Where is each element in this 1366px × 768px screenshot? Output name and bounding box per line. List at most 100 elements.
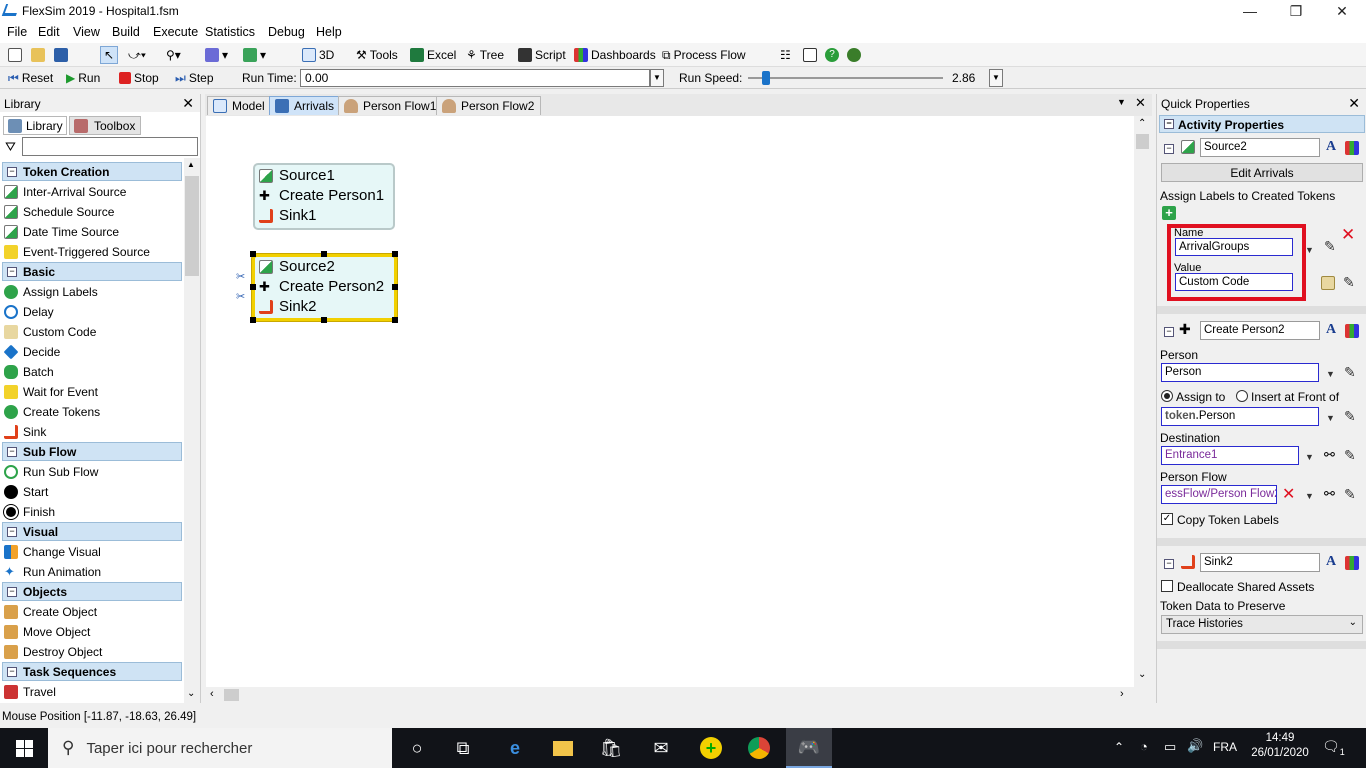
lib-item-event-triggered-source[interactable]: Event-Triggered Source	[4, 242, 150, 262]
run-button[interactable]: ▶ Run	[66, 69, 100, 87]
person-flow-field[interactable]: essFlow/Person Flow2	[1161, 485, 1277, 504]
restore-button[interactable]: ❐	[1273, 0, 1319, 23]
insert-front-radio[interactable]	[1236, 390, 1248, 402]
trace-histories-select[interactable]: Trace Histories ⌄	[1161, 615, 1363, 634]
menu-statistics[interactable]: Statistics	[205, 25, 255, 39]
scroll-down-icon[interactable]: ⌄	[187, 688, 195, 699]
close-library-icon[interactable]: ✕	[182, 95, 194, 112]
eyedropper-icon[interactable]: ✎	[1344, 447, 1356, 464]
resize-handle[interactable]	[250, 251, 256, 257]
collapse-sink2[interactable]: −	[1164, 559, 1174, 569]
close-window-button[interactable]: ✕	[1319, 0, 1365, 23]
library-scroll-thumb[interactable]	[185, 176, 199, 276]
lib-item-assign-labels[interactable]: Assign Labels	[4, 282, 98, 302]
app-plus-icon[interactable]: +	[688, 728, 734, 768]
person-dropdown-icon[interactable]: ▼	[1326, 369, 1335, 379]
sink-name-field[interactable]: Sink2	[1200, 553, 1320, 572]
close-quick-properties-icon[interactable]: ✕	[1348, 95, 1360, 112]
resize-handle[interactable]	[250, 317, 256, 323]
dashboards-button[interactable]: Dashboards	[574, 46, 656, 64]
new-file-icon[interactable]	[8, 48, 22, 62]
menu-debug[interactable]: Debug	[268, 25, 305, 39]
mail-icon[interactable]: ✉	[638, 728, 684, 768]
category-objects[interactable]: − Objects	[2, 582, 182, 601]
lib-item-batch[interactable]: Batch	[4, 362, 54, 382]
destination-field[interactable]: Entrance1	[1161, 446, 1299, 465]
resize-handle[interactable]	[392, 284, 398, 290]
person-flow-dropdown-icon[interactable]: ▼	[1305, 491, 1314, 501]
toolbox-tab[interactable]: Toolbox	[69, 116, 141, 135]
eyedropper-icon[interactable]: ✎	[1344, 486, 1356, 503]
menu-edit[interactable]: Edit	[38, 25, 60, 39]
binoculars-icon[interactable]: ⚯	[1324, 486, 1335, 502]
lib-item-create-object[interactable]: Create Object	[4, 602, 97, 622]
collapse-source2[interactable]: −	[1164, 144, 1174, 154]
edit-arrivals-button[interactable]: Edit Arrivals	[1161, 163, 1363, 182]
create-person-name-field[interactable]: Create Person2	[1200, 321, 1320, 340]
tabs-dropdown-icon[interactable]: ▼	[1117, 97, 1126, 107]
scissors-icon[interactable]: ✂	[236, 270, 245, 283]
reset-button[interactable]: ⏮ Reset	[8, 69, 53, 87]
category-sub-flow[interactable]: − Sub Flow	[2, 442, 182, 461]
source-name-field[interactable]: Source2	[1200, 138, 1320, 157]
scroll-right-icon[interactable]: ›	[1120, 688, 1124, 700]
font-icon[interactable]: A	[1326, 139, 1336, 155]
binoculars-icon[interactable]: ⚯	[1324, 447, 1335, 463]
lib-item-create-tokens[interactable]: Create Tokens	[4, 402, 100, 422]
lib-item-custom-code[interactable]: Custom Code	[4, 322, 96, 342]
windows-start-icon[interactable]	[0, 728, 48, 768]
tree-button[interactable]: ⚘ Tree	[466, 46, 504, 64]
battery-icon[interactable]: ▭	[1164, 739, 1176, 755]
step-button[interactable]: ⏭ Step	[175, 69, 214, 87]
shape-icon[interactable]	[205, 48, 219, 62]
activity-group-2-selected[interactable]: Source2 ✚ Create Person2 Sink2	[252, 254, 397, 321]
online-icon[interactable]	[847, 48, 861, 62]
link-mode-icon[interactable]: ⚲▾	[166, 48, 181, 62]
run-time-dropdown[interactable]: ▼	[650, 69, 664, 87]
select-pointer-icon[interactable]: ↖	[104, 48, 114, 62]
eyedropper-icon[interactable]: ✎	[1344, 408, 1356, 425]
notifications-icon[interactable]: 🗨1	[1322, 738, 1345, 757]
lib-item-start[interactable]: Start	[4, 482, 48, 502]
close-tab-icon[interactable]: ✕	[1135, 95, 1146, 111]
library-search-input[interactable]	[22, 137, 198, 156]
lib-item-wait-for-event[interactable]: Wait for Event	[4, 382, 98, 402]
copy-token-labels-checkbox[interactable]: ✓	[1161, 513, 1173, 525]
name-dropdown-icon[interactable]: ▼	[1305, 245, 1314, 255]
library-tab[interactable]: Library	[3, 116, 67, 135]
tree-view-icon[interactable]: ☷	[780, 48, 791, 62]
tab-arrivals[interactable]: Arrivals	[269, 96, 342, 115]
canvas-vscroll-thumb[interactable]	[1136, 134, 1149, 149]
deallocate-checkbox[interactable]	[1161, 580, 1173, 592]
tools-button[interactable]: ⚒ Tools	[356, 46, 398, 64]
eyedropper-icon[interactable]: ✎	[1344, 364, 1356, 381]
activity-group-1[interactable]: Source1 ✚ Create Person1 Sink1	[253, 163, 395, 230]
lib-item-run-animation[interactable]: ✦ Run Animation	[4, 562, 101, 582]
label-name-field[interactable]: ArrivalGroups	[1175, 238, 1293, 256]
connect-mode-icon[interactable]: ⤻▾	[128, 48, 146, 63]
eyedropper-icon[interactable]: ✎	[1343, 274, 1355, 291]
tab-person-flow1[interactable]: Person Flow1	[338, 96, 444, 115]
open-folder-icon[interactable]	[31, 48, 45, 62]
lib-item-run-sub-flow[interactable]: Run Sub Flow	[4, 462, 98, 482]
activity-sink2[interactable]: Sink2	[259, 298, 317, 315]
code-edit-icon[interactable]	[1321, 276, 1335, 290]
category-basic[interactable]: − Basic	[2, 262, 182, 281]
clear-person-flow-icon[interactable]: ✕	[1282, 484, 1295, 504]
activity-create-person1[interactable]: ✚ Create Person1	[259, 187, 384, 204]
resize-handle[interactable]	[392, 317, 398, 323]
script-button[interactable]: Script	[518, 46, 566, 64]
stats-icon[interactable]	[1345, 141, 1359, 155]
add-label-icon[interactable]: +	[1162, 206, 1176, 220]
lib-item-sink[interactable]: Sink	[4, 422, 46, 442]
destination-dropdown-icon[interactable]: ▼	[1305, 452, 1314, 462]
language-indicator[interactable]: FRA	[1213, 740, 1237, 754]
speed-slider-track[interactable]	[748, 71, 943, 85]
excel-button[interactable]: Excel	[410, 46, 456, 64]
resize-handle[interactable]	[321, 317, 327, 323]
font-icon[interactable]: A	[1326, 554, 1336, 570]
menu-execute[interactable]: Execute	[153, 25, 198, 39]
window-icon[interactable]	[803, 48, 817, 62]
remove-label-icon[interactable]: ✕	[1341, 225, 1355, 245]
canvas-horizontal-scrollbar[interactable]: ‹ ›	[206, 687, 1134, 703]
